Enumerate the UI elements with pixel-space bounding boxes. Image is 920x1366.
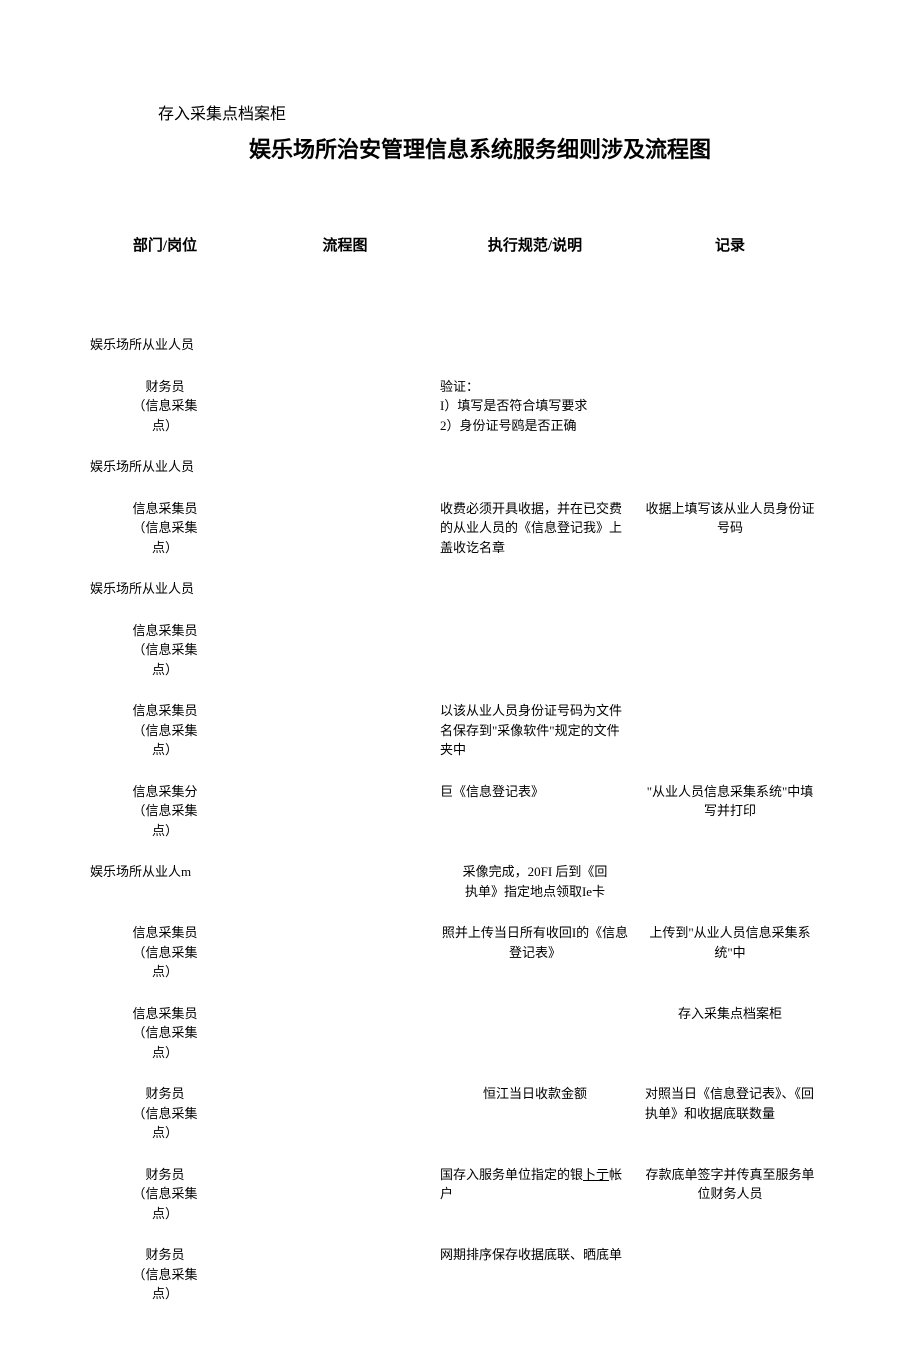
department-cell: 信息采集员（信息采集点） xyxy=(70,499,260,558)
table-row: 财务员（信息采集点） 网期排序保存收据底联、晒底单 xyxy=(70,1245,850,1304)
table-row: 娱乐场所从业人员 xyxy=(70,457,850,477)
record-cell: 对照当日《信息登记表》、《回执单》和收据底联数量 xyxy=(640,1084,820,1123)
department-cell: 娱乐场所从业人m xyxy=(70,862,260,882)
spec-cell: 以该从业人员身份证号码为文件名保存到"采像软件"规定的文件夹中 xyxy=(430,701,640,760)
record-cell: "从业人员信息采集系统"中填写并打印 xyxy=(640,782,820,821)
department-cell: 信息采集分（信息采集点） xyxy=(70,782,260,841)
department-cell: 信息采集员（信息采集点） xyxy=(70,701,260,760)
department-cell: 财务员（信息采集点） xyxy=(70,377,260,436)
table-row: 信息采集员（信息采集点） 照并上传当日所有收回I的《信息登记表》上传到"从业人员信… xyxy=(70,923,850,982)
record-cell: 存款底单签字并传真至服务单位财务人员 xyxy=(640,1165,820,1204)
header-spec: 执行规范/说明 xyxy=(430,234,640,255)
table-header-row: 部门/岗位 流程图 执行规范/说明 记录 xyxy=(70,234,850,255)
table-row: 信息采集员（信息采集点） 以该从业人员身份证号码为文件名保存到"采像软件"规定的文… xyxy=(70,701,850,760)
header-department: 部门/岗位 xyxy=(70,234,260,255)
header-record: 记录 xyxy=(640,234,820,255)
department-cell: 信息采集员（信息采集点） xyxy=(70,923,260,982)
department-cell: 财务员（信息采集点） xyxy=(70,1084,260,1143)
header-flowchart: 流程图 xyxy=(260,234,430,255)
table-row: 信息采集员（信息采集点） 收费必须开具收据，并在已交费的从业人员的《信息登记我》上… xyxy=(70,499,850,558)
table-row: 信息采集分（信息采集点） 巨《信息登记表》"从业人员信息采集系统"中填写并打印 xyxy=(70,782,850,841)
spec-cell: 巨《信息登记表》 xyxy=(430,782,640,802)
pre-title: 存入采集点档案柜 xyxy=(158,100,850,124)
department-cell: 财务员（信息采集点） xyxy=(70,1245,260,1304)
record-cell: 上传到"从业人员信息采集系统"中 xyxy=(640,923,820,962)
department-cell: 娱乐场所从业人员 xyxy=(70,335,260,355)
table-row: 信息采集员（信息采集点） xyxy=(70,621,850,680)
table-row: 信息采集员（信息采集点） 存入采集点档案柜 xyxy=(70,1004,850,1063)
spec-cell: 照并上传当日所有收回I的《信息登记表》 xyxy=(430,923,640,962)
table-row: 娱乐场所从业人m 采像完成，20FI 后到《回执单》指定地点领取Ie卡 xyxy=(70,862,850,901)
spec-cell: 网期排序保存收据底联、晒底单 xyxy=(430,1245,640,1265)
table-row: 娱乐场所从业人员 xyxy=(70,579,850,599)
spec-cell: 验证：I）填写是否符合填写要求2）身份证号鸥是否正确 xyxy=(430,377,640,436)
department-cell: 财务员（信息采集点） xyxy=(70,1165,260,1224)
spec-cell: 恒江当日收款金额 xyxy=(430,1084,640,1104)
table-row: 娱乐场所从业人员 xyxy=(70,335,850,355)
record-cell: 存入采集点档案柜 xyxy=(640,1004,820,1024)
spec-cell: 国存入服务单位指定的银卜亍帐户 xyxy=(430,1165,640,1204)
department-cell: 信息采集员（信息采集点） xyxy=(70,621,260,680)
table-row: 财务员（信息采集点） 验证：I）填写是否符合填写要求2）身份证号鸥是否正确 xyxy=(70,377,850,436)
spec-cell: 收费必须开具收据，并在已交费的从业人员的《信息登记我》上盖收讫名章 xyxy=(430,499,640,558)
record-cell: 收据上填写该从业人员身份证号码 xyxy=(640,499,820,538)
table-row: 财务员（信息采集点） 恒江当日收款金额对照当日《信息登记表》、《回执单》和收据底联… xyxy=(70,1084,850,1143)
department-cell: 信息采集员（信息采集点） xyxy=(70,1004,260,1063)
department-cell: 娱乐场所从业人员 xyxy=(70,457,260,477)
table-row: 财务员（信息采集点） 国存入服务单位指定的银卜亍帐户存款底单签字并传真至服务单位财… xyxy=(70,1165,850,1224)
department-cell: 娱乐场所从业人员 xyxy=(70,579,260,599)
spec-cell: 采像完成，20FI 后到《回执单》指定地点领取Ie卡 xyxy=(430,862,640,901)
process-table: 部门/岗位 流程图 执行规范/说明 记录 娱乐场所从业人员财务员（信息采集点）验… xyxy=(70,234,850,1304)
main-title: 娱乐场所治安管理信息系统服务细则涉及流程图 xyxy=(110,132,850,164)
